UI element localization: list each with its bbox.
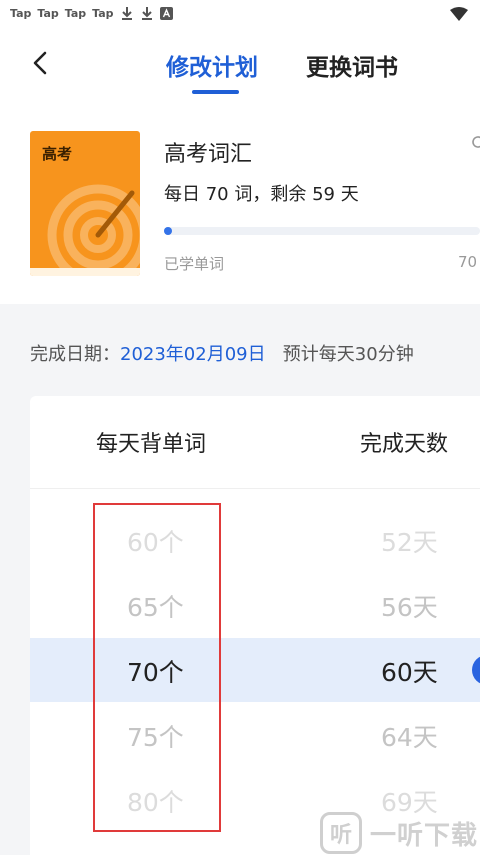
learned-words-label: 已学单词 — [164, 255, 225, 273]
status-bar: Tap Tap Tap Tap — [0, 0, 480, 28]
notification-app-label: Tap — [10, 6, 32, 20]
words-per-day-header: 每天背单词 — [96, 432, 207, 457]
top-header: 修改计划 更换词书 — [0, 28, 480, 106]
watermark: 听 一听下载 — [320, 812, 478, 854]
status-notifications: Tap Tap Tap Tap — [10, 6, 174, 20]
learning-progress-fill — [164, 227, 172, 235]
notification-app-label: Tap — [37, 6, 59, 20]
refresh-icon[interactable] — [470, 134, 480, 150]
daily-time-estimate: 预计每天30分钟 — [282, 344, 414, 365]
active-tab-indicator — [192, 90, 239, 94]
tab-modify-plan[interactable]: 修改计划 — [166, 48, 258, 82]
wifi-icon — [450, 6, 468, 21]
days-option[interactable]: 52天 — [381, 523, 438, 559]
book-title: 高考词汇 — [164, 142, 253, 167]
watermark-logo-icon: 听 — [320, 812, 362, 854]
watermark-text: 一听下载 — [370, 820, 479, 851]
finish-date-label: 完成日期： — [30, 344, 120, 365]
current-book-card: 高考 高考词汇 每日 70 词，剩余 59 天 已学单词 70 — [0, 106, 480, 304]
days-option-selected[interactable]: 60天 — [381, 653, 438, 689]
notification-app-label: Tap — [92, 6, 114, 20]
notification-app-label: Tap — [64, 6, 87, 20]
annotation-highlight-box — [93, 503, 221, 832]
book-cover[interactable]: 高考 — [30, 131, 140, 276]
divider — [30, 488, 480, 489]
book-cover-title: 高考 — [42, 145, 73, 163]
finish-date-value: 2023年02月09日 — [120, 344, 266, 365]
daily-plan-summary: 每日 70 词，剩余 59 天 — [164, 184, 359, 205]
days-option[interactable]: 56天 — [381, 588, 438, 624]
download-icon — [120, 6, 134, 20]
target-icon — [44, 173, 140, 276]
book-cover-pages — [30, 268, 140, 276]
download-icon — [140, 6, 154, 20]
finish-date-row: 完成日期：2023年02月09日 预计每天30分钟 — [30, 340, 414, 366]
days-to-finish-header: 完成天数 — [360, 432, 449, 457]
tab-change-book[interactable]: 更换词书 — [306, 48, 398, 82]
book-word-total: 70 — [458, 253, 478, 271]
days-option[interactable]: 64天 — [381, 718, 438, 754]
learning-progress-bar — [164, 227, 480, 235]
text-app-icon — [160, 6, 174, 20]
back-arrow-icon[interactable] — [28, 48, 54, 78]
